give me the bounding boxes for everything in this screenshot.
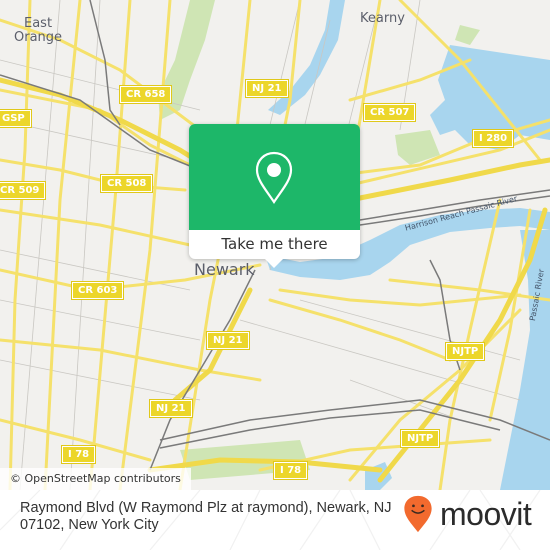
- road-shield-cr603: CR 603: [70, 281, 125, 300]
- road-shield-cr658: CR 658: [118, 85, 173, 104]
- road-shield-i78: I 78: [60, 445, 97, 464]
- road-shield-njtp: NJTP: [444, 342, 486, 361]
- road-shield-cr508: CR 508: [99, 174, 154, 193]
- place-label-east-orange: East Orange: [14, 17, 62, 45]
- osm-attribution[interactable]: © OpenStreetMap contributors: [0, 468, 191, 490]
- place-label-line: East: [23, 16, 53, 31]
- road-shield-cr507: CR 507: [362, 103, 417, 122]
- map-pin-icon: [255, 151, 293, 204]
- road-shield-cr509: CR 509: [0, 181, 47, 200]
- place-label-line: Orange: [14, 30, 63, 45]
- popup-header: [189, 124, 360, 230]
- road-shield-nj21: NJ 21: [245, 79, 289, 98]
- place-label-newark: Newark: [194, 260, 255, 279]
- place-label-kearny: Kearny: [360, 11, 405, 26]
- moovit-logo-icon: [404, 495, 432, 533]
- address-text: Raymond Blvd (W Raymond Plz at raymond),…: [20, 500, 392, 533]
- road-shield-i78: I 78: [272, 461, 309, 480]
- moovit-wordmark[interactable]: moovit: [440, 496, 532, 533]
- map-view[interactable]: East Orange Kearny Newark CR 658 NJ 21 C…: [0, 0, 550, 490]
- take-me-there-button[interactable]: Take me there: [189, 230, 360, 259]
- footer-bar: Raymond Blvd (W Raymond Plz at raymond),…: [0, 490, 550, 550]
- road-shield-gsp: GSP: [0, 109, 32, 128]
- road-shield-nj21: NJ 21: [149, 399, 193, 418]
- park-kearny: [455, 25, 480, 45]
- popup-pointer: [265, 259, 283, 268]
- road-shield-i280: I 280: [471, 129, 515, 148]
- road-shield-njtp: NJTP: [399, 429, 441, 448]
- passaic-river-upper: [268, 0, 345, 115]
- take-me-there-popup[interactable]: Take me there: [189, 124, 360, 268]
- road-shield-nj21: NJ 21: [206, 331, 250, 350]
